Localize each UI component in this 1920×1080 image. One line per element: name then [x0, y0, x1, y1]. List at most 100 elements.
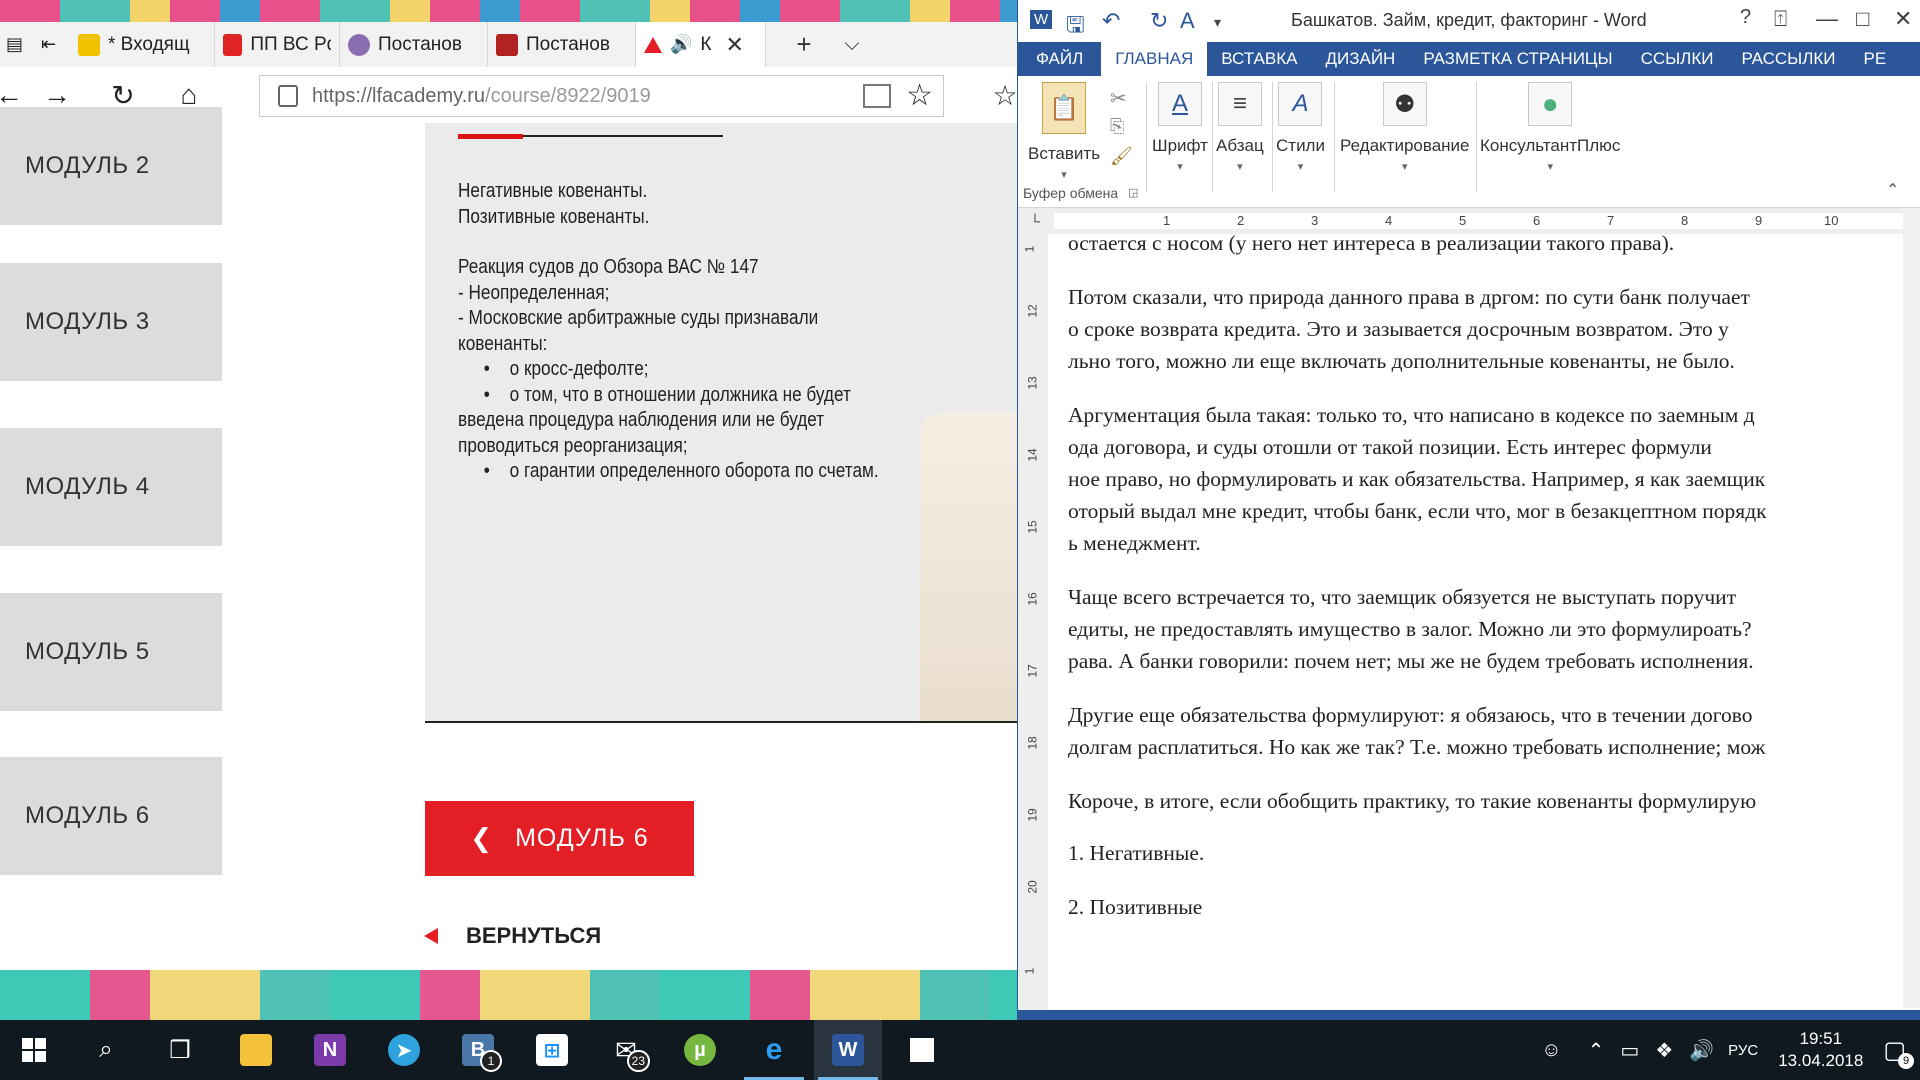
word-title-bar: W 🖫 ↶ ↻ A ▾ Башкатов. Займ, кредит, факт…	[1018, 0, 1920, 42]
ribbon-display-options-icon[interactable]: ⍐	[1774, 6, 1787, 32]
action-center-button[interactable]: ▢ 9	[1883, 1036, 1914, 1069]
paste-label: Вставить	[1028, 144, 1101, 163]
course-page: МОДУЛЬ 2 МОДУЛЬ 3 МОДУЛЬ 4 МОДУЛЬ 5 МОДУ…	[0, 107, 1020, 948]
search-icon: ⌕	[99, 1036, 113, 1063]
new-tab-button[interactable]: +	[780, 22, 828, 67]
tab-selector-icon[interactable]: └	[1030, 213, 1040, 229]
ruler-number: 4	[1385, 213, 1393, 228]
task-view-button[interactable]: ❒	[146, 1020, 214, 1080]
close-tab-icon[interactable]: ✕	[726, 32, 744, 58]
horizontal-ruler[interactable]: └ 1 2 3 4 5 6 7 8 9 10	[1018, 208, 1920, 234]
set-aside-icon[interactable]: ⇤	[41, 34, 56, 55]
people-icon[interactable]: ☺	[1541, 1039, 1561, 1062]
taskbar: ⌕ ❒ N ➤ В 1 ⊞ ✉ 23 µ e W ☺ ⌃ ▭ ❖ 🔊 РУС 1…	[0, 1020, 1920, 1080]
volume-icon[interactable]: 🔊	[1689, 1038, 1714, 1063]
editing-group-button[interactable]: ⚉ Редактирование ▾	[1340, 82, 1470, 173]
paste-button[interactable]: 📋 Вставить ▾	[1028, 82, 1100, 181]
styles-group-button[interactable]: A Стили ▾	[1276, 82, 1325, 173]
audio-playing-icon[interactable]: 🔊	[670, 34, 692, 55]
word-app-icon[interactable]: W	[1030, 10, 1053, 29]
module-label: МОДУЛЬ 2	[25, 152, 150, 179]
dropdown-caret-icon: ▾	[1547, 161, 1553, 173]
tab-inbox[interactable]: * Входящ	[70, 22, 215, 67]
slide-background-image	[920, 413, 1020, 721]
mail-button[interactable]: ✉ 23	[592, 1020, 660, 1080]
maximize-icon[interactable]: □	[1856, 6, 1869, 32]
document-page[interactable]: остается с носом (у него нет интереса в …	[1054, 234, 1920, 992]
back-link[interactable]: ВЕРНУТЬСЯ	[424, 923, 601, 949]
tab-overview[interactable]: ▤ ⇤	[0, 22, 70, 67]
dropbox-icon[interactable]: ❖	[1655, 1038, 1673, 1063]
favorites-hub-icon[interactable]: ☆	[985, 67, 1020, 123]
redo-icon[interactable]: ↻	[1150, 8, 1168, 34]
font-group-button[interactable]: A Шрифт ▾	[1152, 82, 1208, 173]
tab-label: Постанов	[526, 33, 610, 55]
customize-qat-icon[interactable]: ▾	[1214, 14, 1221, 31]
font-color-icon[interactable]: A	[1180, 8, 1195, 34]
tab-pp-vs-rf[interactable]: ПП ВС Рф	[215, 22, 340, 67]
close-icon[interactable]: ✕	[1894, 6, 1912, 32]
module-link-6[interactable]: МОДУЛЬ 6	[0, 757, 222, 875]
edge-button[interactable]: e	[740, 1020, 808, 1080]
tab-home[interactable]: ГЛАВНАЯ	[1101, 42, 1208, 76]
vk-button[interactable]: В 1	[444, 1020, 512, 1080]
tab-postanov-1[interactable]: Постанов	[340, 22, 488, 67]
tabs-aside-icon[interactable]: ▤	[6, 34, 23, 55]
module-link-3[interactable]: МОДУЛЬ 3	[0, 263, 222, 381]
collapse-ribbon-icon[interactable]: ⌃	[1886, 180, 1899, 200]
module-label: МОДУЛЬ 5	[25, 638, 150, 665]
clock[interactable]: 19:51 13.04.2018	[1778, 1028, 1863, 1072]
tab-layout[interactable]: РАЗМЕТКА СТРАНИЦЫ	[1409, 42, 1626, 76]
previous-module-button[interactable]: ❮ МОДУЛЬ 6	[425, 801, 694, 876]
tab-file[interactable]: ФАЙЛ	[1018, 42, 1101, 76]
vruler-number: 17	[1025, 664, 1040, 678]
start-button[interactable]	[0, 1020, 68, 1080]
tab-mailings[interactable]: РАССЫЛКИ	[1727, 42, 1849, 76]
store-icon: ⊞	[536, 1034, 568, 1066]
telegram-button[interactable]: ➤	[370, 1020, 438, 1080]
tab-label: Постанов	[378, 33, 462, 55]
utorrent-button[interactable]: µ	[666, 1020, 734, 1080]
language-indicator[interactable]: РУС	[1728, 1042, 1758, 1059]
paragraph-icon: ≡	[1217, 82, 1262, 126]
tab-design[interactable]: ДИЗАЙН	[1311, 42, 1409, 76]
mail-badge: 23	[626, 1050, 650, 1072]
format-painter-icon[interactable]: 🖌	[1110, 146, 1133, 167]
help-icon[interactable]: ?	[1740, 6, 1751, 29]
consultant-plus-button[interactable]: ● КонсультантПлюс ▾	[1480, 82, 1620, 173]
tab-previews-chevron-icon[interactable]: ⌵	[828, 22, 876, 67]
address-bar[interactable]: https://lfacademy.ru /course/8922/9019 ☆	[259, 75, 944, 117]
vruler-number: 1	[1022, 245, 1037, 253]
module-label: МОДУЛЬ 6	[25, 802, 150, 829]
reading-view-icon[interactable]	[863, 84, 891, 108]
tab-review[interactable]: РЕ	[1850, 42, 1901, 76]
battery-icon[interactable]: ▭	[1620, 1038, 1639, 1063]
word-button[interactable]: W	[814, 1020, 882, 1080]
tab-postanov-2[interactable]: Постанов	[488, 22, 636, 67]
tab-references[interactable]: ССЫЛКИ	[1627, 42, 1728, 76]
module-link-2[interactable]: МОДУЛЬ 2	[0, 107, 222, 225]
sticky-notes-button[interactable]	[888, 1020, 956, 1080]
dropdown-caret-icon: ▾	[1061, 169, 1067, 181]
file-explorer-button[interactable]	[222, 1020, 290, 1080]
copy-icon[interactable]: ⎘	[1110, 116, 1124, 137]
onenote-button[interactable]: N	[296, 1020, 364, 1080]
clipboard-group-label: Буфер обмена	[1023, 185, 1119, 201]
cut-icon[interactable]: ✂	[1110, 86, 1127, 111]
search-button[interactable]: ⌕	[72, 1020, 140, 1080]
paragraph-group-button[interactable]: ≡ Абзац ▾	[1216, 82, 1264, 173]
save-icon[interactable]: 🖫	[1066, 8, 1085, 46]
chevron-up-icon[interactable]: ⌃	[1588, 1038, 1605, 1063]
module-link-4[interactable]: МОДУЛЬ 4	[0, 428, 222, 546]
undo-icon[interactable]: ↶	[1102, 8, 1120, 34]
module-link-5[interactable]: МОДУЛЬ 5	[0, 593, 222, 711]
dropdown-caret-icon: ▾	[1401, 161, 1408, 173]
store-button[interactable]: ⊞	[518, 1020, 586, 1080]
vertical-scrollbar[interactable]	[1903, 208, 1920, 1008]
tab-insert[interactable]: ВСТАВКА	[1207, 42, 1311, 76]
favorite-star-icon[interactable]: ☆	[906, 78, 933, 113]
styles-label: Стили	[1276, 136, 1325, 155]
tab-course-active[interactable]: 🔊 К ✕	[636, 22, 766, 67]
dialog-launcher-icon[interactable]: ◲	[1128, 186, 1138, 199]
minimize-icon[interactable]: —	[1816, 6, 1838, 32]
